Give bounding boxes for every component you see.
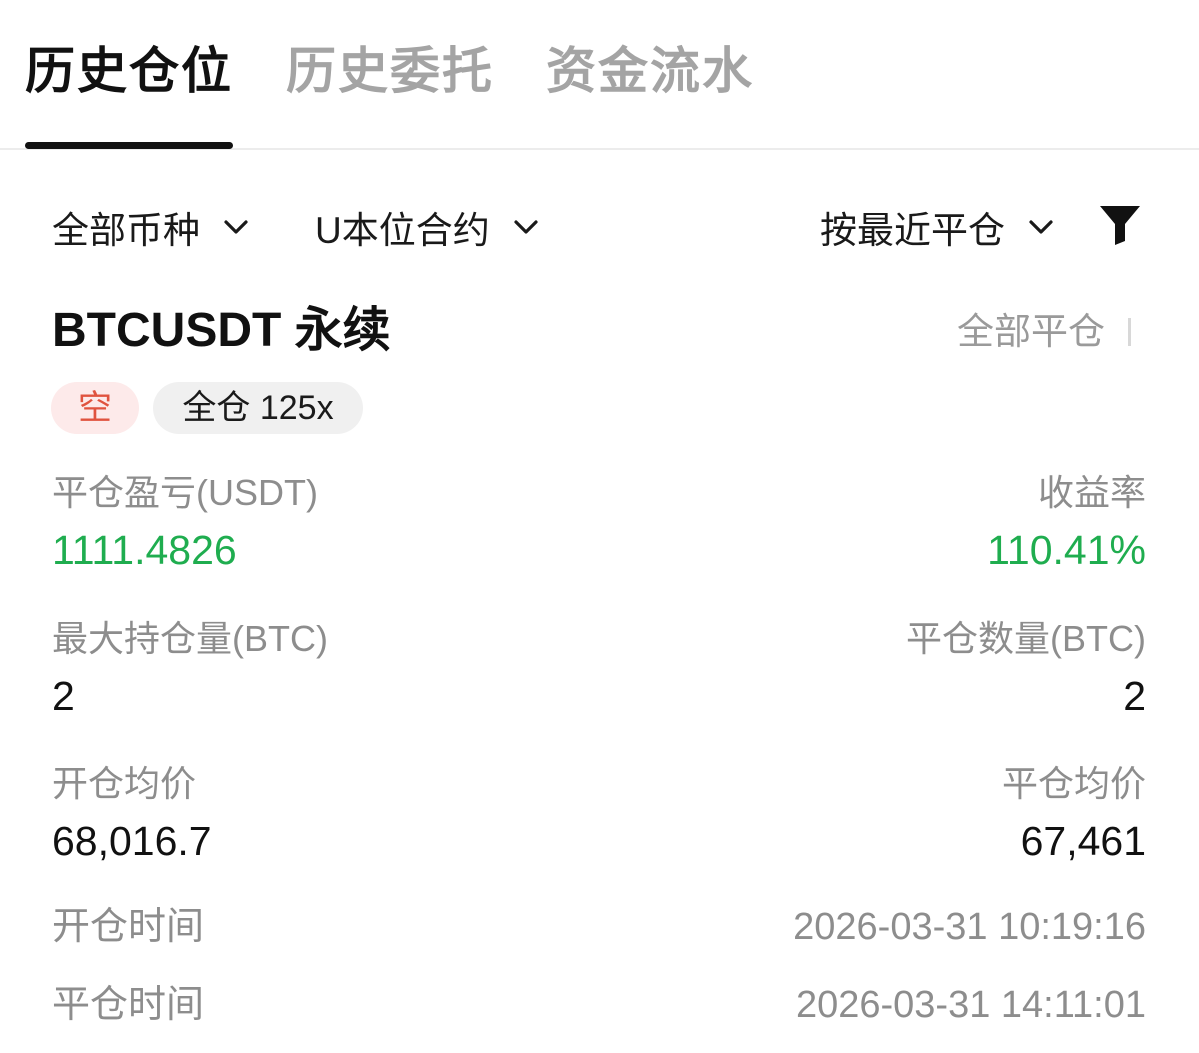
close-avg-price-label: 平仓均价 <box>1001 763 1146 804</box>
tab-history-positions[interactable]: 历史仓位 <box>25 36 233 106</box>
close-time-value: 2026-03-31 14:11:01 <box>795 984 1146 1026</box>
pnl-value: 1111.4826 <box>52 527 237 573</box>
tab-fund-flow[interactable]: 资金流水 <box>546 36 754 106</box>
close-type-divider <box>1128 318 1131 346</box>
chevron-down-icon <box>514 220 538 234</box>
close-type-label: 全部平仓 <box>957 311 1105 352</box>
max-position-value: 2 <box>52 673 75 719</box>
close-time-label: 平仓时间 <box>52 984 205 1026</box>
contract-type-dropdown[interactable]: U本位合约 <box>315 200 540 254</box>
pnl-label: 平仓盈亏(USDT) <box>52 472 318 513</box>
open-time-label: 开仓时间 <box>52 906 205 948</box>
roi-value: 110.41% <box>987 527 1146 573</box>
chevron-down-icon <box>1029 220 1053 234</box>
tab-bar: 历史仓位 历史委托 资金流水 <box>0 0 1199 150</box>
contract-symbol: BTCUSDT 永续 <box>52 304 391 357</box>
contract-type-label: U本位合约 <box>315 210 490 251</box>
close-avg-price-value: 67,461 <box>1020 818 1146 864</box>
roi-label: 收益率 <box>1037 472 1146 513</box>
open-avg-price-label: 开仓均价 <box>52 763 197 804</box>
sort-label: 按最近平仓 <box>820 210 1005 251</box>
open-avg-price-value: 68,016.7 <box>52 818 212 864</box>
sort-dropdown[interactable]: 按最近平仓 <box>820 200 1055 254</box>
open-time-value: 2026-03-31 10:19:16 <box>793 906 1146 948</box>
coin-filter-label: 全部币种 <box>52 210 200 251</box>
max-position-label: 最大持仓量(BTC) <box>52 618 328 659</box>
active-tab-indicator <box>25 142 233 149</box>
close-quantity-label: 平仓数量(BTC) <box>906 618 1146 659</box>
tab-history-orders[interactable]: 历史委托 <box>286 36 494 106</box>
margin-leverage-badge: 全仓 125x <box>153 382 363 434</box>
short-side-badge: 空 <box>51 382 139 434</box>
funnel-filter-icon[interactable] <box>1099 205 1141 245</box>
coin-filter-dropdown[interactable]: 全部币种 <box>52 200 250 254</box>
chevron-down-icon <box>224 220 248 234</box>
close-quantity-value: 2 <box>1123 673 1146 719</box>
